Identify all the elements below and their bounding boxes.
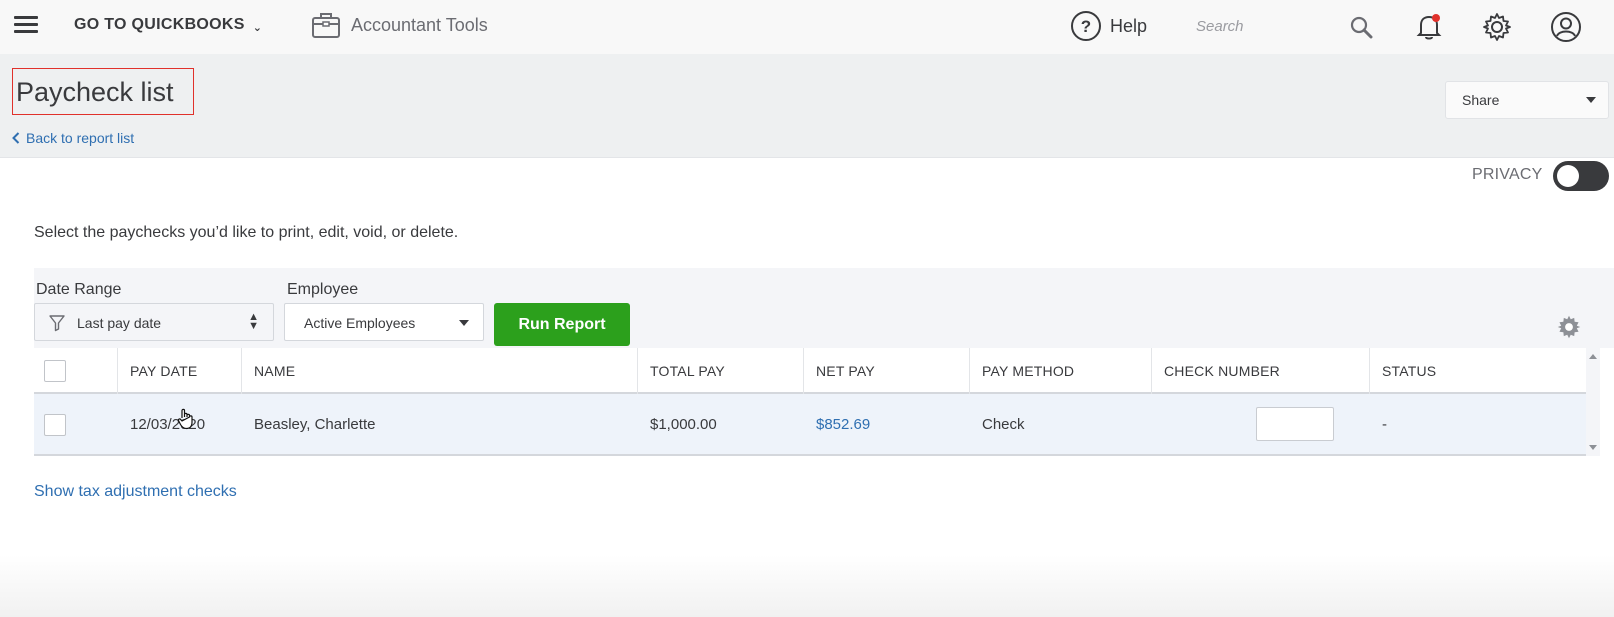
filter-funnel-icon [49,315,65,332]
chevron-down-icon: ⌄ [252,21,263,34]
select-all-cell [34,348,118,394]
accountant-tools-button[interactable]: Accountant Tools [311,11,488,39]
column-header-net-pay[interactable]: NET PAY [804,348,970,394]
column-header-status[interactable]: STATUS [1370,348,1586,394]
column-header-check-number[interactable]: CHECK NUMBER [1152,348,1370,394]
settings-gear-icon[interactable] [1480,10,1514,44]
row-select-checkbox[interactable] [44,414,66,436]
column-header-total-pay[interactable]: TOTAL PAY [638,348,804,394]
instructions-text: Select the paychecks you’d like to print… [34,224,459,241]
table-row[interactable]: 12/03/2020 Beasley, Charlette $1,000.00 … [34,394,1586,456]
status-cell: - [1382,416,1387,433]
go-to-quickbooks-label: GO TO QUICKBOOKS [74,16,245,33]
sort-updown-icon: ▲ ▼ [248,311,259,332]
notifications-bell-icon[interactable] [1412,10,1446,44]
caret-down-icon [459,320,469,326]
date-range-label: Date Range [36,281,122,298]
share-dropdown[interactable]: Share [1445,81,1609,119]
hamburger-menu-icon[interactable] [14,13,40,39]
search-icon[interactable] [1344,10,1378,44]
scroll-up-icon[interactable] [1589,354,1597,359]
back-link-label: Back to report list [26,130,135,146]
show-tax-adjustment-checks-link[interactable]: Show tax adjustment checks [34,483,237,501]
briefcase-icon [312,13,340,38]
privacy-toggle[interactable] [1553,161,1609,191]
date-range-select[interactable]: Last pay date ▲ ▼ [34,303,274,341]
scroll-down-icon[interactable] [1589,445,1597,450]
pay-method-cell: Check [982,416,1025,433]
notification-dot [1432,14,1440,22]
date-range-value: Last pay date [77,315,162,331]
page-title: Paycheck list [12,68,194,115]
go-to-quickbooks-menu[interactable]: GO TO QUICKBOOKS ⌄ [74,16,262,34]
user-profile-icon[interactable] [1549,10,1583,44]
check-number-input[interactable] [1256,407,1334,441]
caret-down-icon [1586,97,1596,103]
svg-text:?: ? [1081,17,1091,36]
table-settings-gear-icon[interactable] [1556,314,1582,345]
page-header [0,54,1614,158]
employee-select[interactable]: Active Employees [284,303,484,341]
employee-value: Active Employees [304,315,416,331]
select-all-checkbox[interactable] [44,360,66,382]
accountant-tools-label: Accountant Tools [351,14,488,35]
table-scrollbar[interactable] [1586,348,1600,456]
search-input[interactable] [1196,11,1346,41]
table-header: PAY DATE NAME TOTAL PAY NET PAY PAY METH… [34,348,1586,394]
back-to-report-list-link[interactable]: Back to report list [12,130,134,146]
column-header-pay-method[interactable]: PAY METHOD [970,348,1152,394]
hand-pointer-cursor-icon [177,408,193,430]
top-navigation-bar: GO TO QUICKBOOKS ⌄ Accountant Tools ? He… [0,0,1614,54]
name-cell: Beasley, Charlette [254,416,376,433]
share-label: Share [1462,92,1500,108]
run-report-button[interactable]: Run Report [494,303,630,346]
help-icon: ? [1071,11,1101,41]
column-header-pay-date[interactable]: PAY DATE [118,348,242,394]
help-label: Help [1110,15,1148,36]
footer-area [0,555,1614,617]
employee-label: Employee [287,281,359,298]
total-pay-cell: $1,000.00 [650,416,717,433]
net-pay-link[interactable]: $852.69 [816,416,870,433]
privacy-label: PRIVACY [1472,166,1543,183]
help-button[interactable]: ? Help [1070,10,1147,42]
chevron-left-icon [12,132,20,144]
column-header-name[interactable]: NAME [242,348,638,394]
toggle-knob [1557,165,1579,187]
